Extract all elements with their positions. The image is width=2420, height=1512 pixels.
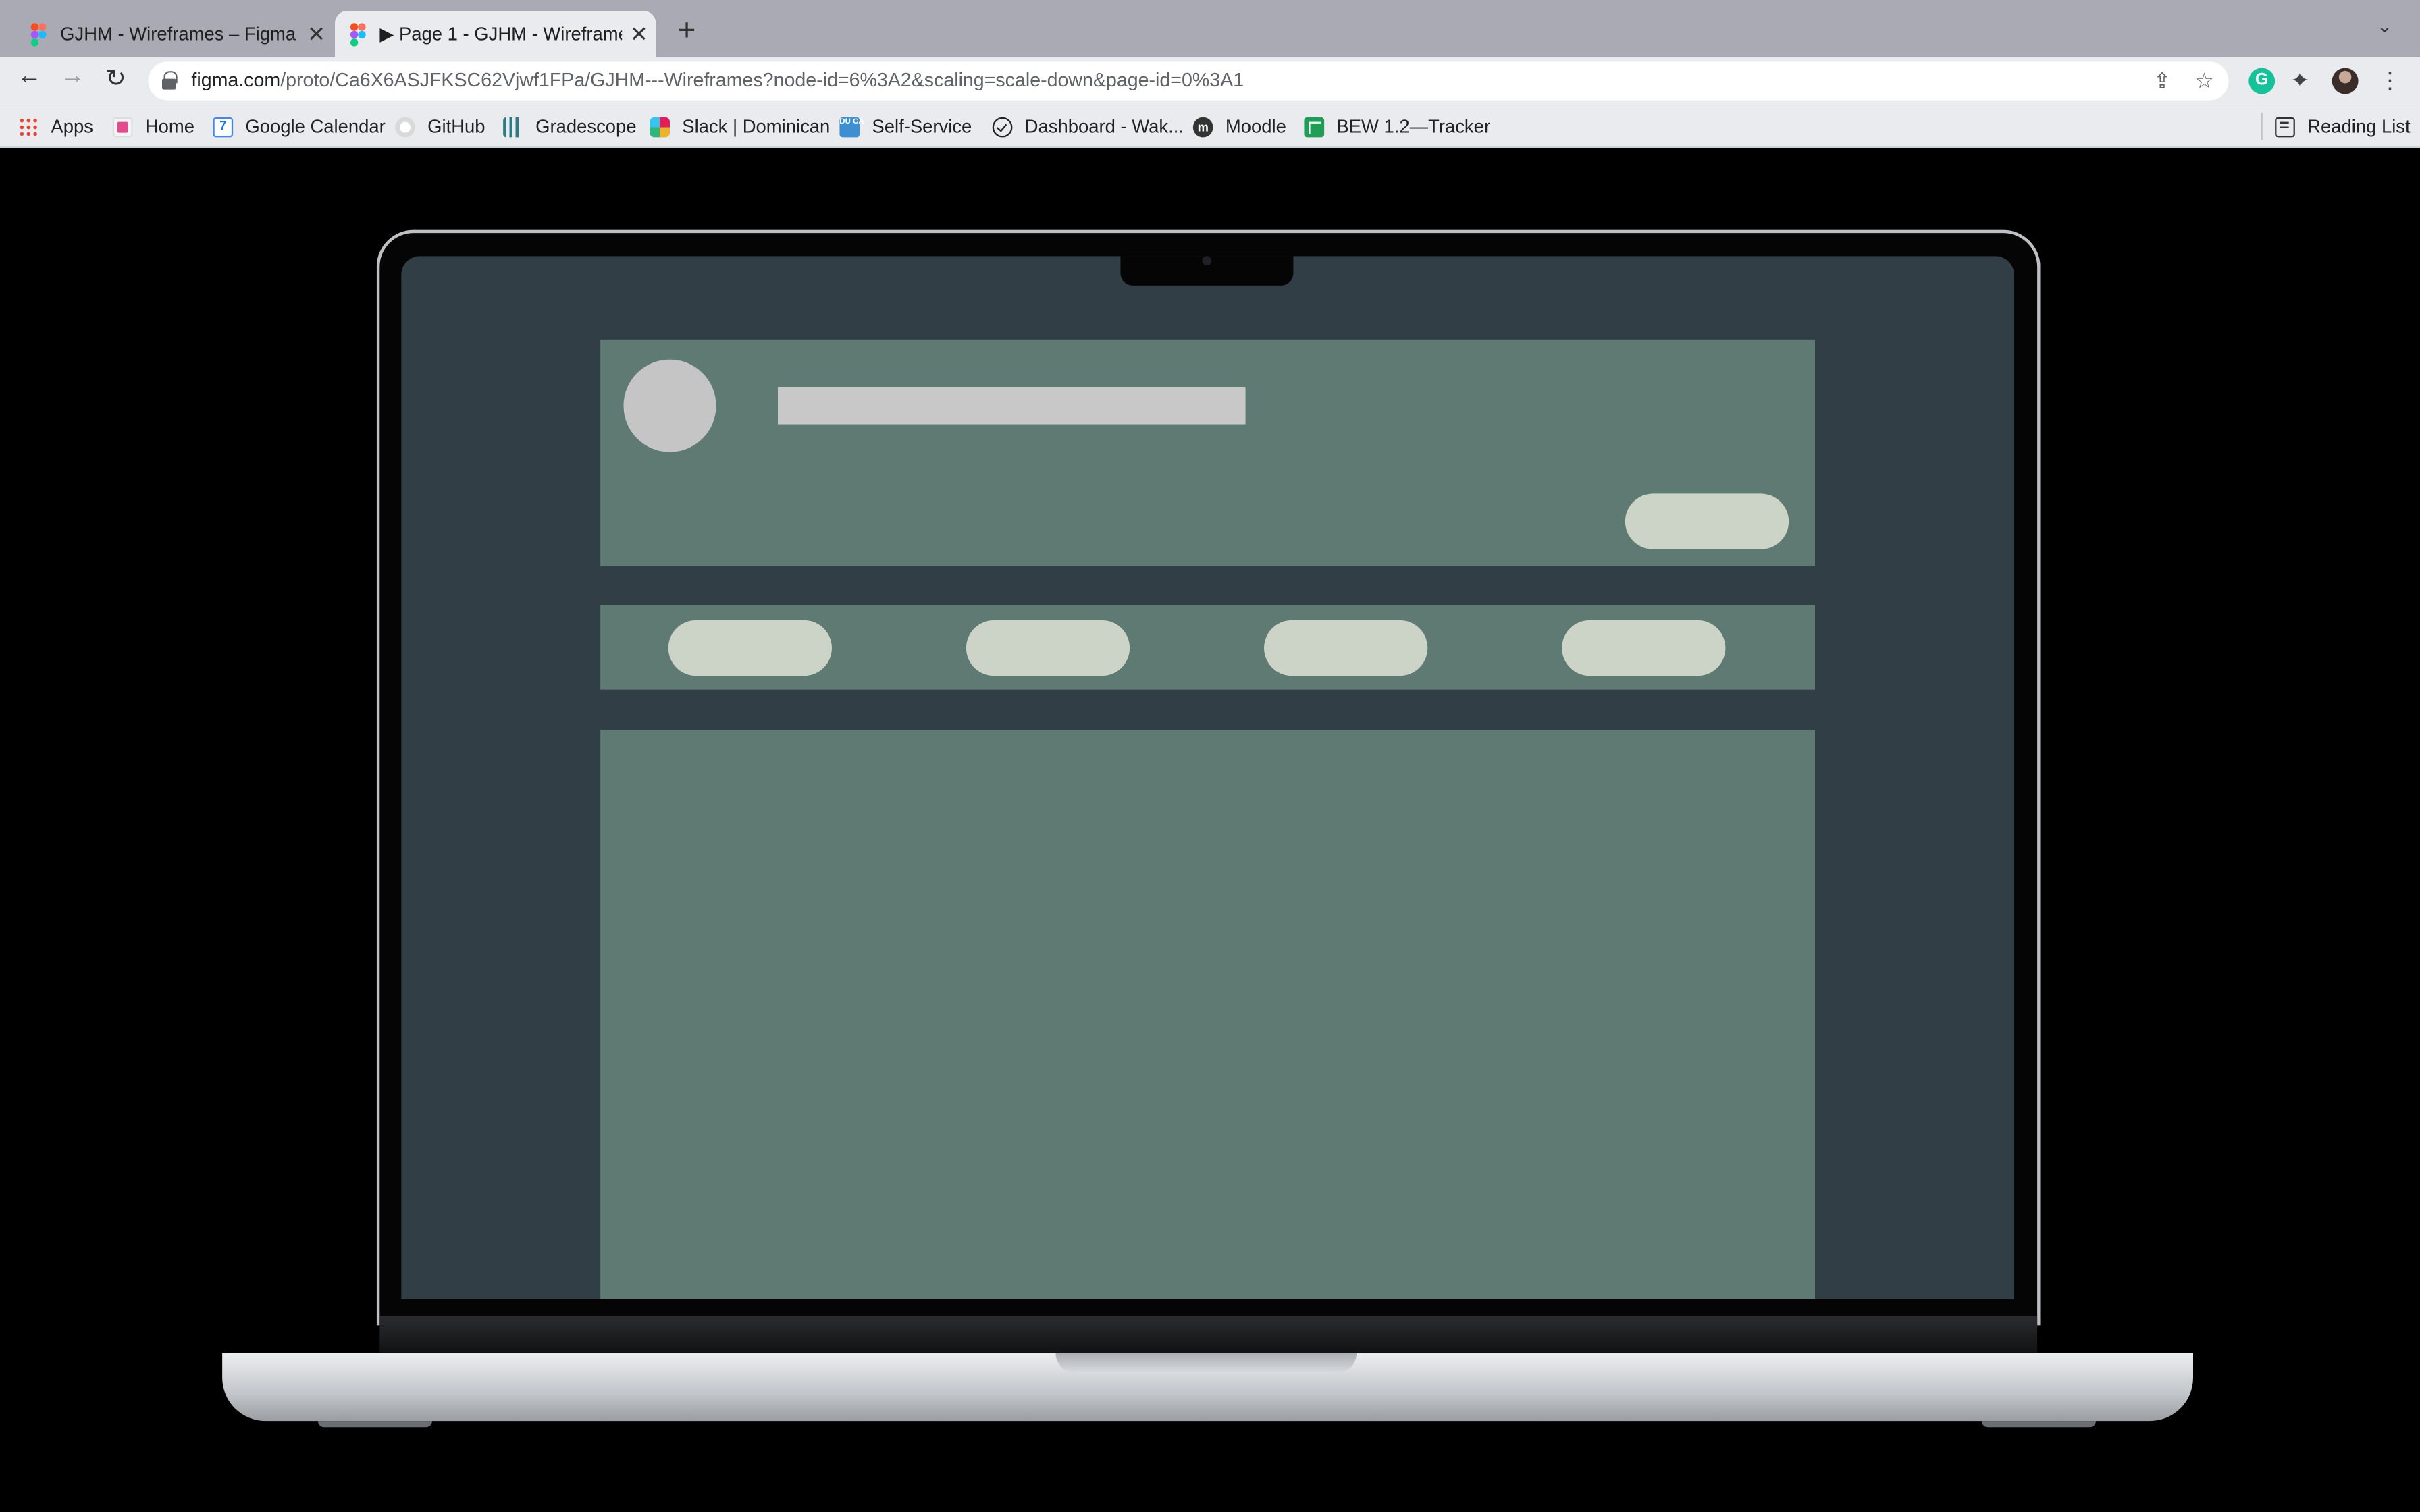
forward-arrow-icon[interactable]: → bbox=[57, 63, 88, 91]
self-service-icon: DU CA bbox=[839, 116, 864, 137]
bookmark-google-calendar[interactable]: 7 Google Calendar bbox=[213, 114, 386, 139]
slack-icon bbox=[650, 116, 670, 137]
bookmark-label: Slack | Dominican bbox=[682, 115, 831, 138]
apps-grid-icon bbox=[18, 116, 39, 137]
close-tab-icon[interactable]: ✕ bbox=[299, 21, 333, 47]
checkmark-circle-icon bbox=[992, 116, 1013, 137]
laptop-foot bbox=[1981, 1421, 2097, 1428]
figma-icon bbox=[350, 23, 366, 47]
bookmark-home[interactable]: Home bbox=[112, 114, 195, 139]
tab-title: ▶ Page 1 - GJHM - Wireframes bbox=[379, 23, 623, 45]
url-path: /proto/Ca6X6ASJFKSC62Vjwf1FPa/GJHM---Wir… bbox=[280, 69, 1244, 91]
close-tab-icon[interactable]: ✕ bbox=[622, 21, 656, 47]
bookmark-self-service[interactable]: DU CA Self-Service bbox=[839, 114, 972, 139]
bookmark-star-icon[interactable]: ☆ bbox=[2194, 68, 2214, 94]
tab-title: GJHM - Wireframes – Figma bbox=[60, 23, 296, 45]
avatar-placeholder bbox=[623, 359, 716, 452]
nav-button-4[interactable] bbox=[1562, 620, 1726, 676]
extensions-puzzle-icon[interactable]: ✦ bbox=[2290, 68, 2317, 94]
calendar-icon: 7 bbox=[213, 116, 234, 137]
profile-avatar[interactable] bbox=[2332, 68, 2359, 94]
home-icon bbox=[112, 116, 133, 137]
github-icon bbox=[395, 116, 415, 137]
bookmark-label: Apps bbox=[51, 115, 93, 138]
chrome-menu-icon[interactable]: ⋮ bbox=[2377, 68, 2403, 94]
bookmark-dashboard[interactable]: Dashboard - Wak... bbox=[992, 114, 1184, 139]
bookmark-label: Dashboard - Wak... bbox=[1024, 115, 1184, 138]
reading-list-button[interactable]: Reading List bbox=[2275, 114, 2411, 139]
bookmark-gradescope[interactable]: Gradescope bbox=[503, 114, 637, 139]
nav-button-1[interactable] bbox=[668, 620, 832, 676]
url-text[interactable]: figma.com/proto/Ca6X6ASJFKSC62Vjwf1FPa/G… bbox=[191, 70, 1244, 91]
bookmark-moodle[interactable]: m Moodle bbox=[1192, 114, 1286, 139]
tab-figma-editor[interactable]: GJHM - Wireframes – Figma ✕ bbox=[16, 11, 334, 57]
address-bar[interactable]: figma.com/proto/Ca6X6ASJFKSC62Vjwf1FPa/G… bbox=[148, 61, 2229, 101]
bookmark-bew-tracker[interactable]: BEW 1.2—Tracker bbox=[1304, 114, 1490, 139]
nav-button-2[interactable] bbox=[966, 620, 1130, 676]
bookmark-apps[interactable]: Apps bbox=[18, 114, 93, 139]
bookmark-label: Home bbox=[144, 115, 195, 138]
figma-icon bbox=[30, 23, 47, 47]
bookmarks-divider bbox=[2261, 112, 2263, 141]
tab-search-chevron-icon[interactable]: ⌄ bbox=[2377, 16, 2392, 37]
header-action-button[interactable] bbox=[1625, 493, 1789, 549]
bookmarks-bar: Apps Home 7 Google Calendar GitHub Grade… bbox=[0, 105, 2420, 148]
laptop-foot bbox=[317, 1421, 432, 1428]
grammarly-icon[interactable]: G bbox=[2248, 68, 2276, 94]
bookmark-label: GitHub bbox=[427, 115, 485, 138]
nav-button-3[interactable] bbox=[1264, 620, 1428, 676]
camera-icon bbox=[1202, 256, 1212, 266]
gradescope-icon bbox=[503, 116, 523, 137]
reading-list-label: Reading List bbox=[2307, 115, 2411, 138]
reading-list-icon bbox=[2275, 116, 2295, 137]
bookmark-github[interactable]: GitHub bbox=[395, 114, 485, 139]
tab-bar: GJHM - Wireframes – Figma ✕ ▶ Page 1 - G… bbox=[0, 0, 2420, 57]
bookmark-label: Google Calendar bbox=[245, 115, 386, 138]
sheets-icon bbox=[1304, 116, 1325, 137]
lock-icon[interactable] bbox=[162, 71, 178, 90]
back-arrow-icon[interactable]: ← bbox=[14, 63, 45, 91]
laptop-hinge bbox=[379, 1316, 2038, 1353]
share-icon[interactable]: ⇪ bbox=[2153, 68, 2172, 94]
reload-icon[interactable]: ↻ bbox=[101, 63, 132, 94]
content-panel bbox=[600, 730, 1816, 1299]
bookmark-label: Self-Service bbox=[872, 115, 972, 138]
bookmark-slack[interactable]: Slack | Dominican bbox=[650, 114, 830, 139]
bookmark-label: Gradescope bbox=[535, 115, 637, 138]
browser-toolbar: ← → ↻ figma.com/proto/Ca6X6ASJFKSC62Vjwf… bbox=[0, 57, 2420, 105]
title-placeholder-bar bbox=[778, 387, 1246, 425]
url-host: figma.com bbox=[191, 69, 281, 91]
moodle-icon: m bbox=[1192, 116, 1213, 137]
bookmark-label: BEW 1.2—Tracker bbox=[1336, 115, 1491, 138]
tab-prototype[interactable]: ▶ Page 1 - GJHM - Wireframes ✕ bbox=[335, 11, 656, 57]
bookmark-label: Moodle bbox=[1225, 115, 1286, 138]
laptop-opening-notch bbox=[1055, 1353, 1357, 1374]
new-tab-icon[interactable]: + bbox=[671, 14, 702, 50]
